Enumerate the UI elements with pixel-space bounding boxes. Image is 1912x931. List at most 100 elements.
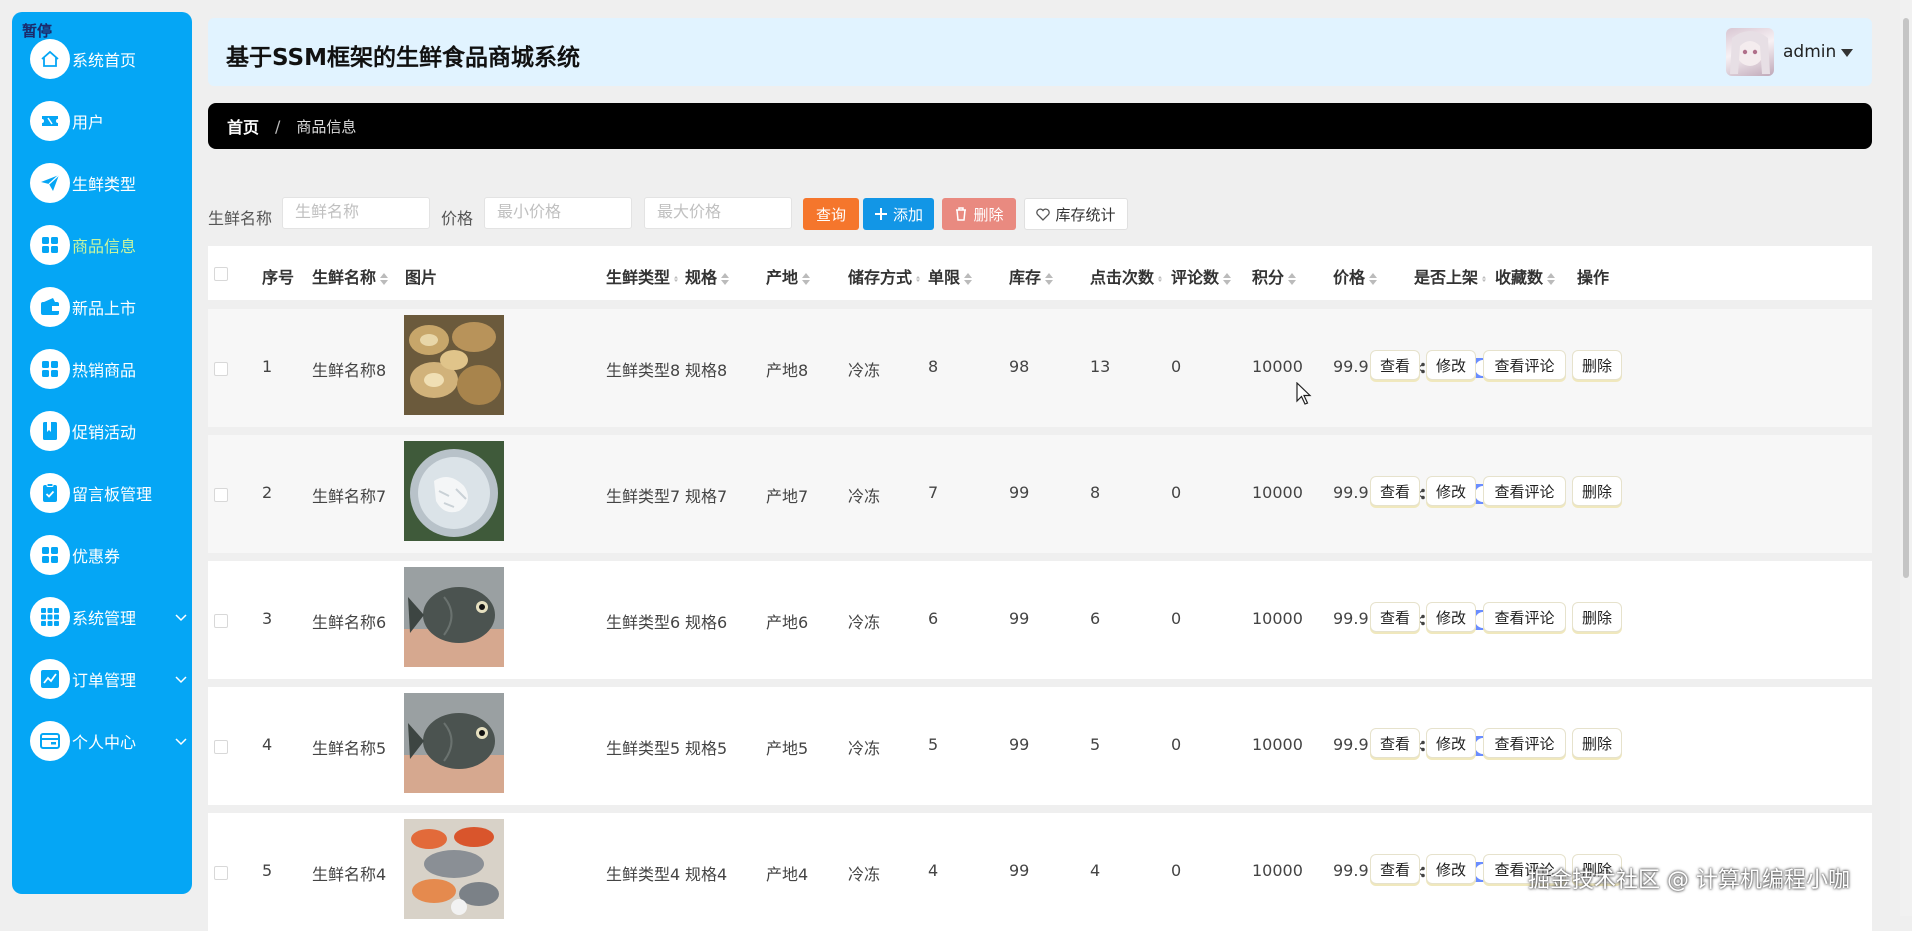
col-clicks[interactable]: 点击次数 [1090, 264, 1163, 288]
cell-origin: 产地8 [766, 361, 809, 380]
sidebar-item-3[interactable]: 生鲜类型 [30, 163, 188, 203]
avatar[interactable] [1726, 28, 1774, 76]
cell-storage: 冷冻 [848, 613, 881, 632]
sort-icon[interactable] [964, 272, 973, 285]
sidebar-item-6[interactable]: 热销商品 [30, 349, 188, 389]
sort-icon[interactable] [721, 272, 730, 285]
cell-clicks: 6 [1090, 609, 1101, 628]
col-favorites[interactable]: 收藏数 [1495, 264, 1556, 288]
sort-icon[interactable] [674, 273, 679, 285]
sort-icon[interactable] [916, 273, 921, 285]
col-spec[interactable]: 规格 [685, 264, 730, 288]
name-filter-input[interactable] [282, 197, 430, 229]
cell-spec: 规格7 [685, 487, 728, 506]
edit-button[interactable]: 修改 [1426, 350, 1476, 380]
view-button[interactable]: 查看 [1370, 476, 1420, 506]
cell-storage: 冷冻 [848, 361, 881, 380]
sort-icon[interactable] [1482, 273, 1487, 285]
query-button[interactable]: 查询 [803, 198, 859, 230]
view-comments-button[interactable]: 查看评论 [1483, 476, 1566, 506]
col-name[interactable]: 生鲜名称 [312, 264, 389, 288]
row-checkbox[interactable] [214, 488, 228, 502]
view-button[interactable]: 查看 [1370, 602, 1420, 632]
col-points[interactable]: 积分 [1252, 264, 1297, 288]
sort-icon[interactable] [802, 272, 811, 285]
chevron-down-icon [175, 738, 187, 746]
view-comments-button[interactable]: 查看评论 [1483, 350, 1566, 380]
cell-price: 99.9 [1333, 609, 1369, 628]
col-stock[interactable]: 库存 [1009, 264, 1054, 288]
row-delete-button[interactable]: 删除 [1572, 350, 1622, 380]
min-price-input[interactable] [484, 197, 632, 229]
row-delete-button[interactable]: 删除 [1572, 476, 1622, 506]
sidebar-item-4[interactable]: 商品信息 [30, 225, 188, 265]
cell-stock: 99 [1009, 609, 1030, 628]
sidebar-item-7[interactable]: 促销活动 [30, 411, 188, 451]
view-comments-button[interactable]: 查看评论 [1483, 728, 1566, 758]
col-limit[interactable]: 单限 [928, 264, 973, 288]
edit-button[interactable]: 修改 [1426, 476, 1476, 506]
view-comments-button[interactable]: 查看评论 [1483, 602, 1566, 632]
select-all-checkbox[interactable] [214, 267, 228, 281]
cell-storage: 冷冻 [848, 739, 881, 758]
edit-button-label: 修改 [1435, 608, 1466, 627]
grid-icon [30, 535, 70, 575]
cell-index: 3 [262, 609, 273, 628]
sidebar-item-2[interactable]: 用户 [30, 101, 188, 141]
sidebar-item-11[interactable]: 订单管理 [30, 659, 188, 699]
cell-price: 99.9 [1333, 483, 1369, 502]
edit-button[interactable]: 修改 [1426, 854, 1476, 884]
col-price[interactable]: 价格 [1333, 264, 1378, 288]
row-checkbox[interactable] [214, 740, 228, 754]
table-header: 序号 生鲜名称 图片 生鲜类型 规格 产地 储存方式 单限 库存 点击次数 评论… [208, 246, 1872, 300]
sidebar-item-9[interactable]: 优惠券 [30, 535, 188, 575]
col-storage[interactable]: 储存方式 [848, 264, 921, 288]
view-button[interactable]: 查看 [1370, 728, 1420, 758]
caret-down-icon[interactable] [1840, 48, 1854, 58]
sort-icon[interactable] [380, 272, 389, 285]
product-image [404, 441, 504, 541]
col-comments[interactable]: 评论数 [1171, 264, 1232, 288]
cell-index: 5 [262, 861, 273, 880]
row-checkbox[interactable] [214, 614, 228, 628]
sort-icon[interactable] [1369, 272, 1378, 285]
sort-icon[interactable] [1158, 273, 1163, 285]
view-button[interactable]: 查看 [1370, 854, 1420, 884]
col-type[interactable]: 生鲜类型 [606, 264, 679, 288]
row-checkbox[interactable] [214, 362, 228, 376]
row-checkbox[interactable] [214, 866, 228, 880]
view-button[interactable]: 查看 [1370, 350, 1420, 380]
row-delete-button[interactable]: 删除 [1572, 602, 1622, 632]
top-header: 基于SSM框架的生鲜食品商城系统 admin [208, 18, 1872, 86]
view-button-label: 查看 [1379, 482, 1410, 501]
sort-icon[interactable] [1223, 272, 1232, 285]
sidebar-item-label: 商品信息 [72, 237, 137, 256]
page-scrollbar-thumb[interactable] [1903, 18, 1909, 578]
breadcrumb-home[interactable]: 首页 [227, 114, 259, 138]
max-price-input[interactable] [644, 197, 792, 229]
sidebar-item-5[interactable]: 新品上市 [30, 287, 188, 327]
sort-icon[interactable] [1547, 272, 1556, 285]
delete-button[interactable]: 删除 [942, 198, 1016, 230]
edit-button[interactable]: 修改 [1426, 602, 1476, 632]
sidebar-item-8[interactable]: 留言板管理 [30, 473, 188, 513]
col-origin[interactable]: 产地 [766, 264, 811, 288]
row-delete-button[interactable]: 删除 [1572, 728, 1622, 758]
stock-stats-button[interactable]: 库存统计 [1024, 198, 1128, 230]
breadcrumb-separator: / [275, 116, 281, 136]
cell-comments: 0 [1171, 609, 1182, 628]
sidebar-item-12[interactable]: 个人中心 [30, 721, 188, 761]
user-name[interactable]: admin [1783, 42, 1836, 62]
watermark: 掘金技术社区 @ 计算机编程小咖 [1528, 868, 1850, 893]
sidebar-item-1[interactable]: 系统首页 [30, 39, 188, 79]
edit-button[interactable]: 修改 [1426, 728, 1476, 758]
cell-spec: 规格6 [685, 613, 728, 632]
book-icon [30, 411, 70, 451]
sort-icon[interactable] [1045, 272, 1054, 285]
sidebar-item-10[interactable]: 系统管理 [30, 597, 188, 637]
sort-icon[interactable] [1288, 272, 1297, 285]
col-listed[interactable]: 是否上架 [1414, 264, 1487, 288]
add-button[interactable]: 添加 [863, 198, 934, 230]
sidebar-item-label: 生鲜类型 [72, 175, 137, 194]
sidebar-item-label: 促销活动 [72, 423, 137, 442]
